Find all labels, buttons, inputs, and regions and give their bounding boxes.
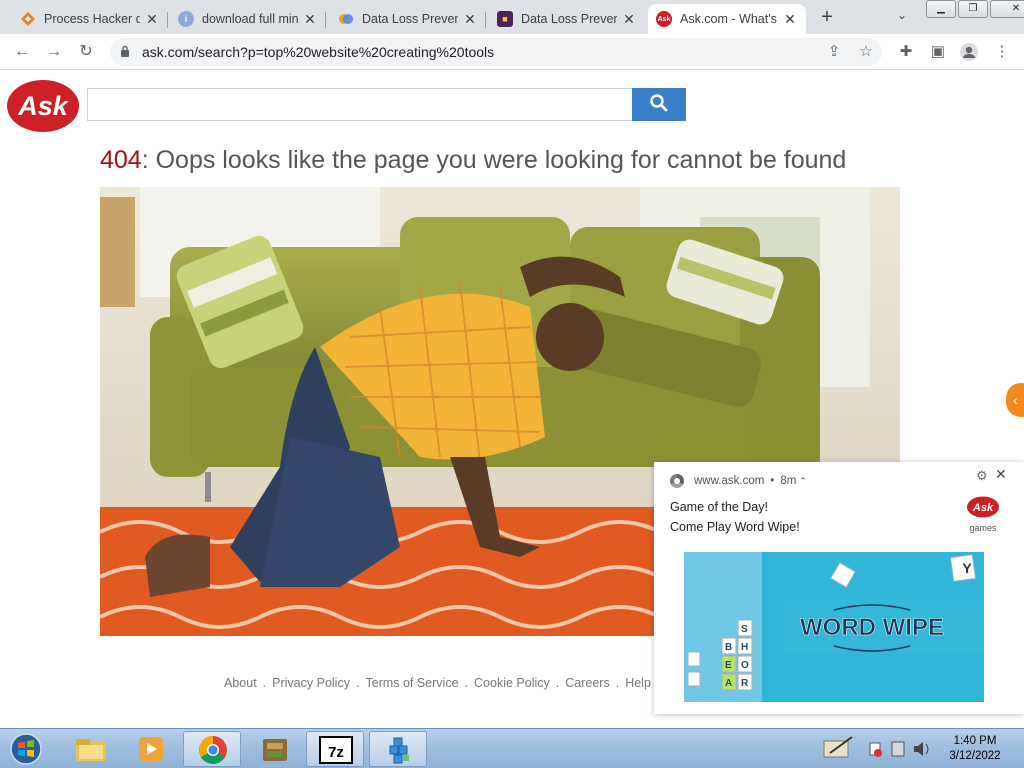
svg-text:S: S xyxy=(741,624,748,635)
footer-about-link[interactable]: About xyxy=(224,676,257,690)
svg-text:E: E xyxy=(725,660,732,671)
notification-age: 8m xyxy=(780,475,797,487)
chevron-up-icon[interactable]: ⌃ xyxy=(799,476,807,487)
forward-arrow-icon[interactable]: → xyxy=(44,42,64,62)
tab-title: Data Loss Prevent xyxy=(362,12,458,26)
footer-careers-link[interactable]: Careers xyxy=(565,676,609,690)
footer-help-link[interactable]: Help xyxy=(625,676,651,690)
reload-icon[interactable]: ↻ xyxy=(76,42,96,62)
notification-settings-gear-icon[interactable]: ⚙ xyxy=(976,468,988,484)
taskbar-media-player-icon[interactable] xyxy=(122,731,180,767)
footer-privacy-link[interactable]: Privacy Policy xyxy=(272,676,350,690)
search-button[interactable] xyxy=(632,88,686,121)
tab-title: download full min xyxy=(202,12,298,26)
notification-title: Game of the Day! xyxy=(670,500,768,514)
close-window-button[interactable]: ✕ xyxy=(990,0,1024,18)
svg-text:O: O xyxy=(741,660,749,671)
tab-title: Ask.com - What's xyxy=(680,12,777,26)
footer-separator: . xyxy=(555,676,560,690)
side-drawer-chevron-left-icon[interactable]: ‹ xyxy=(1006,383,1024,417)
svg-text:R: R xyxy=(741,678,749,689)
taskbar-installer-icon[interactable] xyxy=(246,731,304,767)
process-hacker-favicon-icon xyxy=(20,11,36,27)
footer-separator: . xyxy=(615,676,620,690)
start-button-icon[interactable] xyxy=(6,732,46,766)
svg-text:Y: Y xyxy=(962,560,972,576)
browser-menu-icon[interactable]: ⋮ xyxy=(992,42,1012,62)
error-heading: 404: Oops looks like the page you were l… xyxy=(100,146,846,175)
search-icon xyxy=(650,94,668,112)
word-wipe-promo-image[interactable]: Y SHOR BEA WORD WIPE xyxy=(684,552,984,702)
footer-cookie-link[interactable]: Cookie Policy xyxy=(474,676,550,690)
clock-date: 3/12/2022 xyxy=(949,750,1001,762)
windows-taskbar: 7z 1:40 PM 3/12/2022 xyxy=(0,728,1024,768)
window-controls: ▁ ❐ ✕ xyxy=(926,0,1024,20)
profile-avatar-icon[interactable] xyxy=(959,42,979,62)
tab-close-icon[interactable]: ✕ xyxy=(621,11,637,28)
footer-separator: . xyxy=(355,676,360,690)
tab-close-icon[interactable]: ✕ xyxy=(782,11,798,28)
footer-separator: . xyxy=(464,676,469,690)
url-text[interactable]: ask.com/search?p=top%20website%20creatin… xyxy=(142,44,494,60)
tab-data-loss-1[interactable]: Data Loss Prevent ✕ xyxy=(330,4,486,34)
dlp-dark-favicon-icon: ■ xyxy=(497,11,513,27)
svg-text:B: B xyxy=(725,642,732,653)
tab-ask-com[interactable]: Ask Ask.com - What's ✕ xyxy=(648,4,806,34)
notification-body: Come Play Word Wipe! xyxy=(670,520,800,534)
info-favicon-icon: i xyxy=(178,11,194,27)
browser-toolbar: ← → ↻ ask.com/search?p=top%20website%20c… xyxy=(0,34,1024,70)
back-arrow-icon[interactable]: ← xyxy=(12,42,32,62)
tab-download-full[interactable]: i download full min ✕ xyxy=(170,4,326,34)
tab-process-hacker[interactable]: Process Hacker do ✕ xyxy=(12,4,168,34)
tab-title: Data Loss Prevent xyxy=(521,12,617,26)
system-tray xyxy=(820,733,940,765)
bullet-separator: • xyxy=(770,475,775,487)
notification-close-icon[interactable]: ✕ xyxy=(995,466,1007,483)
tab-close-icon[interactable]: ✕ xyxy=(462,11,478,28)
svg-text:H: H xyxy=(741,642,748,653)
system-clock[interactable]: 1:40 PM 3/12/2022 xyxy=(940,734,1010,764)
push-notification[interactable]: www.ask.com • 8m ⌃ ⚙ ✕ Game of the Day! … xyxy=(654,462,1024,714)
error-message: : Oops looks like the page you were look… xyxy=(141,146,847,174)
lock-icon xyxy=(121,45,129,57)
clock-time: 1:40 PM xyxy=(953,735,997,747)
footer-separator: . xyxy=(262,676,267,690)
footer-terms-link[interactable]: Terms of Service xyxy=(365,676,458,690)
word-wipe-title: WORD WIPE xyxy=(800,614,944,641)
ask-games-logo-text: Ask xyxy=(972,502,994,514)
footer-links: About. Privacy Policy. Terms of Service. Co… xyxy=(224,676,651,690)
tab-data-loss-2[interactable]: ■ Data Loss Prevent ✕ xyxy=(489,4,645,34)
share-icon[interactable]: ⇪ xyxy=(824,42,844,62)
svg-text:Ask: Ask xyxy=(17,91,70,121)
search-input[interactable] xyxy=(87,88,633,121)
error-code: 404 xyxy=(100,146,142,174)
address-bar[interactable]: ask.com/search?p=top%20website%20creatin… xyxy=(110,38,882,66)
ask-logo[interactable]: Ask xyxy=(6,79,80,133)
notification-site: www.ask.com xyxy=(694,475,765,487)
ask-games-label: games xyxy=(969,523,997,533)
bookmark-star-icon[interactable]: ☆ xyxy=(856,42,876,62)
ask-favicon-icon: Ask xyxy=(656,11,672,27)
chrome-icon xyxy=(670,474,684,488)
tab-search-chevron-icon[interactable]: ⌄ xyxy=(897,8,907,22)
taskbar-cube-app-icon[interactable] xyxy=(369,731,427,767)
tab-title: Process Hacker do xyxy=(44,12,140,26)
dlp-favicon-icon xyxy=(338,11,354,27)
ask-games-logo: Ask games xyxy=(966,496,1000,533)
restore-button[interactable]: ❐ xyxy=(958,0,988,18)
svg-text:7z: 7z xyxy=(328,744,344,761)
taskbar-explorer-icon[interactable] xyxy=(62,731,120,767)
taskbar-chrome-icon[interactable] xyxy=(183,731,241,767)
extensions-puzzle-icon[interactable]: ✚ xyxy=(896,42,916,62)
new-tab-button[interactable]: + xyxy=(816,6,838,28)
tab-close-icon[interactable]: ✕ xyxy=(302,11,318,28)
notification-header: www.ask.com • 8m ⌃ xyxy=(670,474,807,488)
side-panel-icon[interactable]: ▣ xyxy=(928,42,948,62)
taskbar-7zip-icon[interactable]: 7z xyxy=(306,731,364,767)
minimize-button[interactable]: ▁ xyxy=(926,0,956,18)
browser-tab-strip: Process Hacker do ✕ i download full min … xyxy=(0,0,1024,34)
tab-close-icon[interactable]: ✕ xyxy=(144,11,160,28)
svg-text:A: A xyxy=(725,678,732,689)
